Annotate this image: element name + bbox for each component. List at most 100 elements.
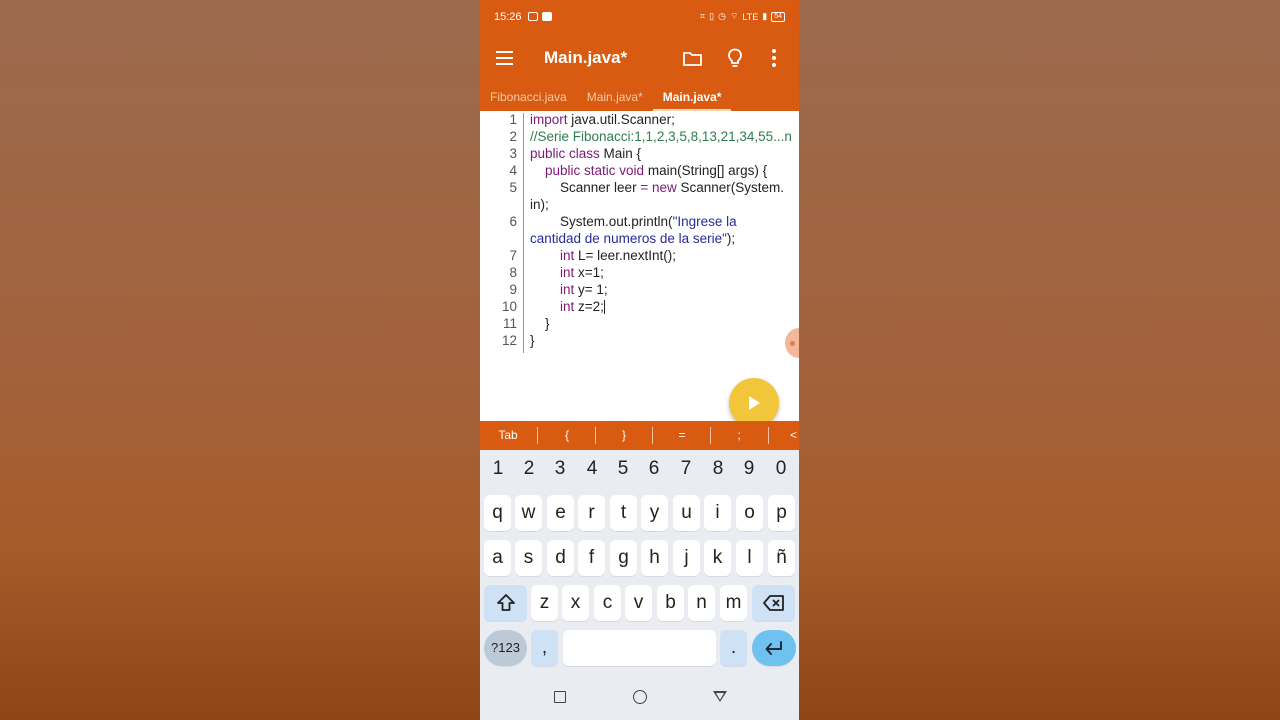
code-token: new (651, 180, 677, 195)
key-4[interactable]: 4 (579, 458, 605, 480)
key-i[interactable]: i (704, 495, 731, 531)
code-line: 11 } (480, 315, 799, 332)
code-line-wrap: in); (480, 196, 799, 213)
code-string: "Ingrese la (672, 214, 737, 229)
code-token: int (560, 265, 575, 280)
code-token: L= leer.nextInt(); (574, 248, 676, 263)
symbol-key-semicolon[interactable]: ; (724, 421, 754, 450)
key-a[interactable]: a (484, 540, 511, 576)
code-line: 8 int x=1; (480, 264, 799, 281)
symbol-key-open-brace[interactable]: { (552, 421, 582, 450)
key-f[interactable]: f (578, 540, 605, 576)
symbol-bar: Tab { } = ; < (480, 421, 799, 450)
comma-key[interactable]: , (531, 630, 558, 666)
key-y[interactable]: y (641, 495, 668, 531)
key-w[interactable]: w (515, 495, 542, 531)
folder-icon[interactable] (683, 51, 702, 66)
app-bar: Main.java* (480, 33, 799, 83)
code-line: 4 public static void main(String[] args)… (480, 162, 799, 179)
key-9[interactable]: 9 (736, 458, 762, 480)
key-6[interactable]: 6 (641, 458, 667, 480)
tab-fibonacci[interactable]: Fibonacci.java (480, 83, 577, 111)
code-editor[interactable]: 1 import java.util.Scanner; 2 //Serie Fi… (480, 111, 799, 421)
code-token: x=1; (574, 265, 604, 280)
code-token: System.out.println( (560, 214, 673, 229)
line-number: 10 (501, 299, 517, 314)
key-8[interactable]: 8 (705, 458, 731, 480)
status-notification-icons (527, 12, 552, 21)
more-vert-icon[interactable] (772, 49, 776, 67)
key-o[interactable]: o (736, 495, 763, 531)
background-right (799, 0, 1280, 720)
code-line: 2 //Serie Fibonacci:1,1,2,3,5,8,13,21,34… (480, 128, 799, 145)
backspace-key[interactable] (752, 585, 795, 621)
symbol-divider (710, 427, 711, 444)
symbol-divider (595, 427, 596, 444)
key-2[interactable]: 2 (516, 458, 542, 480)
key-m[interactable]: m (720, 585, 747, 621)
keyboard: 1 2 3 4 5 6 7 8 9 0 q w e r t y u i o p … (480, 450, 799, 676)
line-number: 12 (501, 333, 517, 348)
line-number: 4 (509, 163, 517, 178)
tab-main-2[interactable]: Main.java* (652, 83, 732, 111)
key-x[interactable]: x (562, 585, 589, 621)
key-0[interactable]: 0 (768, 458, 794, 480)
line-number: 6 (509, 214, 517, 229)
enter-key[interactable] (752, 630, 796, 666)
code-token: int (560, 282, 575, 297)
key-e[interactable]: e (547, 495, 574, 531)
code-token: import (530, 112, 568, 127)
key-q[interactable]: q (484, 495, 511, 531)
key-s[interactable]: s (515, 540, 542, 576)
key-c[interactable]: c (594, 585, 621, 621)
code-token: } (530, 316, 550, 331)
code-token: Scanner(System. (676, 180, 785, 195)
symbol-key-close-brace[interactable]: } (609, 421, 639, 450)
key-3[interactable]: 3 (547, 458, 573, 480)
code-line: 10 int z=2; (480, 298, 799, 315)
play-icon (749, 396, 760, 410)
menu-icon[interactable] (496, 51, 513, 65)
period-key[interactable]: . (720, 630, 747, 666)
key-z[interactable]: z (531, 585, 558, 621)
symbol-key-equals[interactable]: = (667, 421, 697, 450)
key-u[interactable]: u (673, 495, 700, 531)
symbols-key[interactable]: ?123 (484, 630, 527, 666)
code-line-wrap: cantidad de numeros de la serie"); (480, 230, 799, 247)
vibrate-icon: ▯ (709, 11, 715, 21)
app-title: Main.java* (544, 48, 628, 67)
key-j[interactable]: j (673, 540, 700, 576)
line-number: 7 (509, 248, 517, 263)
tab-main-1[interactable]: Main.java* (577, 83, 653, 111)
lightbulb-icon[interactable] (727, 48, 743, 68)
key-g[interactable]: g (610, 540, 637, 576)
key-t[interactable]: t (610, 495, 637, 531)
calendar-icon (527, 12, 538, 21)
key-k[interactable]: k (704, 540, 731, 576)
key-r[interactable]: r (578, 495, 605, 531)
wifi-icon: ⌔ (729, 11, 739, 21)
line-number: 9 (509, 282, 517, 297)
key-1[interactable]: 1 (485, 458, 511, 480)
space-key[interactable] (563, 630, 716, 666)
key-v[interactable]: v (625, 585, 652, 621)
key-5[interactable]: 5 (610, 458, 636, 480)
symbol-divider (652, 427, 653, 444)
key-h[interactable]: h (641, 540, 668, 576)
code-token: y= 1; (574, 282, 608, 297)
home-icon[interactable] (633, 690, 647, 704)
key-p[interactable]: p (768, 495, 795, 531)
key-7[interactable]: 7 (673, 458, 699, 480)
symbol-key-tab[interactable]: Tab (490, 421, 526, 450)
line-number: 5 (509, 180, 517, 195)
key-n[interactable]: n (688, 585, 715, 621)
key-d[interactable]: d (547, 540, 574, 576)
key-n-tilde[interactable]: ñ (768, 540, 795, 576)
symbol-key-less-than[interactable]: < (790, 421, 799, 450)
key-b[interactable]: b (657, 585, 684, 621)
code-line: 5 Scanner leer = new Scanner(System. (480, 179, 799, 196)
key-l[interactable]: l (736, 540, 763, 576)
recent-apps-icon[interactable] (554, 691, 566, 703)
shift-key[interactable] (484, 585, 527, 621)
